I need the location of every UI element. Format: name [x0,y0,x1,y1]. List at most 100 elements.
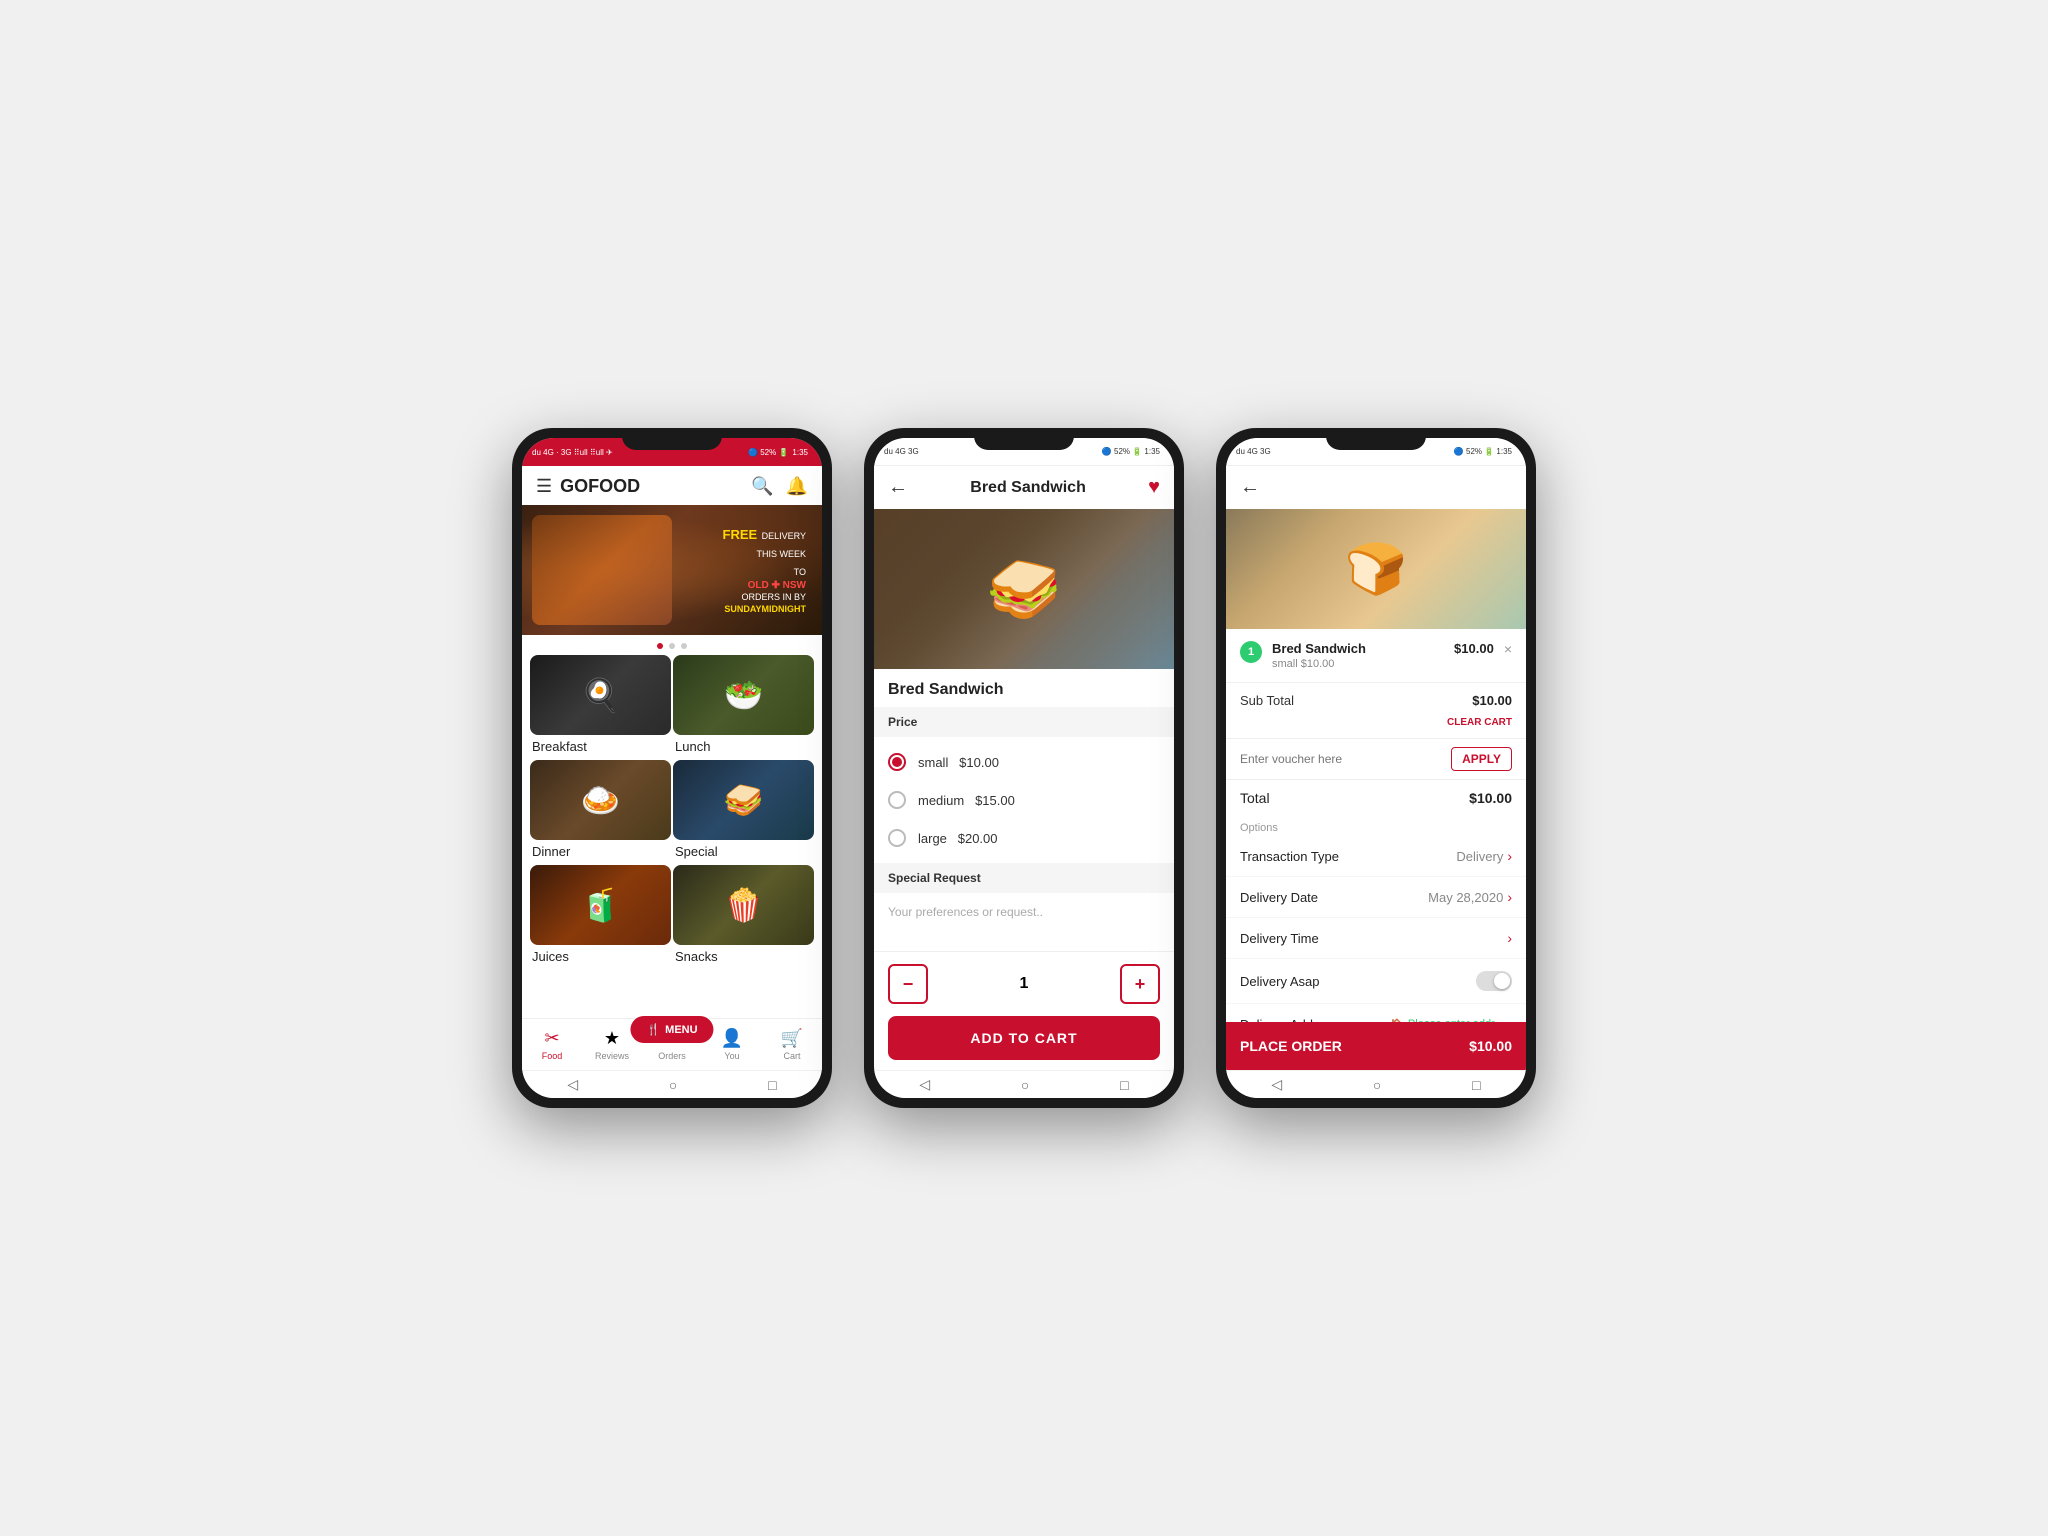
cart-item-badge: 1 [1240,641,1262,663]
category-breakfast[interactable]: Breakfast [530,655,671,754]
chevron-delivery-time: › [1507,930,1512,946]
delivery-asap-toggle[interactable] [1476,971,1512,991]
juices-label: Juices [532,949,671,964]
time-1: 1:35 [792,448,808,457]
you-nav-label: You [724,1051,739,1061]
subtotal-label: Sub Total [1240,693,1294,708]
radio-small[interactable] [888,753,906,771]
bell-icon[interactable]: 🔔 [786,476,808,497]
transaction-type-row[interactable]: Transaction Type Delivery › [1226,836,1526,877]
category-lunch[interactable]: Lunch [673,655,814,754]
nav-cart[interactable]: 🛒 Cart [762,1028,822,1061]
voucher-input[interactable] [1240,752,1443,766]
transaction-type-value: Delivery › [1456,848,1512,864]
options-section-label: Options [1226,816,1526,836]
qty-minus-button[interactable]: − [888,964,928,1004]
recents-btn-2[interactable]: □ [1120,1077,1128,1093]
dinner-image [530,760,671,840]
category-dinner[interactable]: Dinner [530,760,671,859]
subtotal-value: $10.00 [1472,693,1512,708]
status-right-3: 🔵 52% 🔋 1:35 [1454,447,1512,456]
back-btn-2[interactable]: ◁ [919,1076,930,1093]
total-value: $10.00 [1469,790,1512,806]
toggle-knob [1494,973,1510,989]
delivery-time-row[interactable]: Delivery Time › [1226,918,1526,959]
transaction-type-val-text: Delivery [1456,849,1503,864]
radio-inner-small [892,757,902,767]
special-request-input[interactable]: Your preferences or request.. [874,893,1174,951]
nav-food[interactable]: ✂ Food [522,1028,582,1061]
clear-cart-button[interactable]: CLEAR CART [1447,717,1512,728]
battery-3: 🔵 52% 🔋 1:35 [1454,447,1512,456]
option-medium[interactable]: medium $15.00 [888,781,1160,819]
delivery-date-row[interactable]: Delivery Date May 28,2020 › [1226,877,1526,918]
back-btn-3[interactable]: ◁ [1271,1076,1282,1093]
item-header: ← Bred Sandwich ♥ [874,466,1174,509]
notch-2 [974,428,1074,450]
home-btn-2[interactable]: ○ [1021,1077,1029,1093]
cart-item-remove-button[interactable]: × [1504,641,1512,657]
hamburger-icon[interactable]: ☰ [536,476,552,497]
place-order-price: $10.00 [1469,1038,1512,1054]
header-left: ☰ GOFOOD [536,476,640,497]
apply-voucher-button[interactable]: APPLY [1451,747,1512,771]
cart-nav-label: Cart [783,1051,800,1061]
header-right: 🔍 🔔 [751,476,808,497]
radio-medium[interactable] [888,791,906,809]
item-name: Bred Sandwich [874,669,1174,707]
back-button[interactable]: ← [888,476,908,499]
banner-midnight: SUNDAYMIDNIGHT [723,604,806,614]
category-snacks[interactable]: Snacks [673,865,814,964]
promo-banner: FREE DELIVERYTHIS WEEKTO OLD ✚ NSW ORDER… [522,505,822,635]
radio-large[interactable] [888,829,906,847]
battery-2: 🔵 52% 🔋 1:35 [1102,447,1160,456]
orders-nav-label: Orders [658,1051,686,1061]
app-logo: GOFOOD [560,476,640,497]
recents-btn-3[interactable]: □ [1472,1077,1480,1093]
phone-1: du 4G · 3G ⠿ull ⠿ull ✈ 🔵 52% 🔋 1:35 ☰ GO… [512,428,832,1108]
menu-fab-button[interactable]: 🍴 MENU [630,1016,713,1043]
subtotal-row: Sub Total $10.00 [1226,683,1526,712]
total-label: Total [1240,790,1270,806]
delivery-date-label: Delivery Date [1240,890,1318,905]
quantity-value: 1 [928,975,1120,993]
order-food-image: 🍞 [1226,509,1526,629]
back-button-3[interactable]: ← [1240,476,1260,499]
category-grid: Breakfast Lunch Dinner Special Juices [522,655,822,968]
cart-item-name: Bred Sandwich [1272,641,1444,656]
item-title: Bred Sandwich [970,479,1086,497]
clear-cart-row: CLEAR CART [1226,712,1526,738]
quantity-row: − 1 + [874,951,1174,1016]
qty-plus-button[interactable]: + [1120,964,1160,1004]
back-btn-1[interactable]: ◁ [567,1076,578,1093]
home-btn-1[interactable]: ○ [669,1077,677,1093]
place-order-button[interactable]: PLACE ORDER $10.00 [1226,1022,1526,1070]
phone-2: du 4G 3G 🔵 52% 🔋 1:35 ← Bred Sandwich ♥ … [864,428,1184,1108]
status-left-3: du 4G 3G [1236,447,1271,456]
search-icon[interactable]: 🔍 [751,476,773,497]
status-left-2: du 4G 3G [884,447,919,456]
android-nav-3: ◁ ○ □ [1226,1070,1526,1098]
dot-3[interactable] [681,643,687,649]
dot-2[interactable] [669,643,675,649]
category-juices[interactable]: Juices [530,865,671,964]
star-icon: ★ [604,1028,620,1049]
food-emoji: 🥪 [987,554,1062,625]
add-to-cart-button[interactable]: ADD TO CART [888,1016,1160,1060]
special-image [673,760,814,840]
delivery-address-row[interactable]: Delivery Address 🏠 Please enter addr... … [1226,1004,1526,1022]
home-btn-3[interactable]: ○ [1373,1077,1381,1093]
dot-1[interactable] [657,643,663,649]
delivery-asap-row: Delivery Asap [1226,959,1526,1004]
recents-btn-1[interactable]: □ [768,1077,776,1093]
status-right-1: 🔵 52% 🔋 1:35 [748,448,808,457]
favorite-icon[interactable]: ♥ [1148,476,1160,499]
option-small[interactable]: small $10.00 [888,743,1160,781]
snacks-image [673,865,814,945]
option-large[interactable]: large $20.00 [888,819,1160,857]
option-large-label: large $20.00 [918,831,998,846]
category-special[interactable]: Special [673,760,814,859]
special-label: Special [675,844,814,859]
delivery-asap-label: Delivery Asap [1240,974,1319,989]
delivery-time-value: › [1507,930,1512,946]
